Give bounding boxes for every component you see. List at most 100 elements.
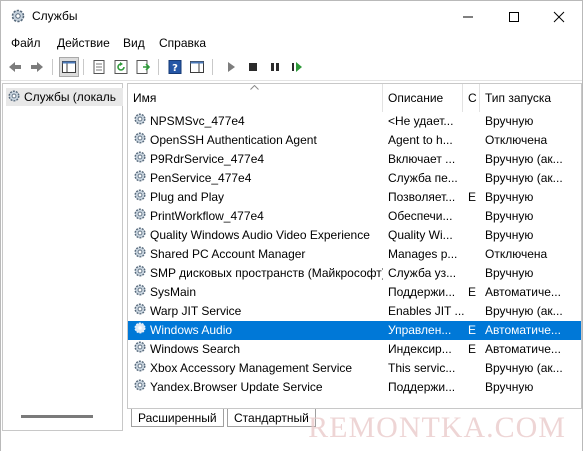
service-name-cell: Plug and Play [133,188,383,207]
service-gear-icon [133,188,147,207]
service-description: Поддержи... [388,380,456,394]
window-title: Службы [32,9,78,23]
tree-item-services-local[interactable]: Службы (локаль [6,88,123,106]
show-console-tree-button[interactable] [59,57,79,77]
service-state [468,150,478,169]
column-header-state[interactable]: С [463,84,480,112]
menu-view[interactable]: Вид [123,36,145,50]
menu-help[interactable]: Справка [159,36,206,50]
service-description: Позволяет... [388,190,456,204]
service-startup-type: Вручную [485,228,534,242]
properties-button[interactable] [89,57,109,77]
service-state [468,226,478,245]
column-header-label: Описание [388,91,444,105]
table-row[interactable]: SMP дисковых пространств (Майкрософт) Слу… [128,264,581,283]
action-pane-icon [190,61,204,73]
service-startup-type: Вручную [485,190,534,204]
stop-service-button[interactable] [243,57,263,77]
services-window: Службы Файл Действие Вид Справка ? Служб… [0,0,583,451]
horizontal-scrollbar[interactable] [21,415,93,418]
service-name: NPSMSvc_477e4 [150,114,245,128]
table-row[interactable]: Windows Search Индексир... Е Автоматиче... [128,340,581,359]
service-name-cell: P9RdrService_477e4 [133,150,383,169]
service-startup-type: Отключена [485,133,548,147]
service-gear-icon [133,131,147,150]
service-description: Управлен... [388,323,452,337]
table-row[interactable]: Windows Audio Управлен... Е Автоматиче... [128,321,581,340]
service-state [468,169,478,188]
column-header-startup-type[interactable]: Тип запуска [480,84,581,112]
restart-service-button[interactable] [287,57,307,77]
start-service-button[interactable] [221,57,241,77]
service-state [468,131,478,150]
help-button[interactable]: ? [165,57,185,77]
service-gear-icon [133,378,147,397]
toolbar: ? [1,54,582,81]
service-name-cell: PenService_477e4 [133,169,383,188]
table-row[interactable]: OpenSSH Authentication Agent Agent to h..… [128,131,581,150]
close-button[interactable] [536,1,582,32]
service-name-cell: OpenSSH Authentication Agent [133,131,383,150]
service-gear-icon [133,340,147,359]
tab-standard[interactable]: Стандартный [227,409,316,427]
service-startup-type: Вручную [485,380,534,394]
play-icon [228,62,235,72]
table-row[interactable]: PrintWorkflow_477e4 Обеспечи... Вручную [128,207,581,226]
table-row[interactable]: Xbox Accessory Management Service This se… [128,359,581,378]
services-gear-icon [7,89,21,106]
service-name: Yandex.Browser Update Service [150,380,323,394]
service-startup-type: Вручную (ак... [485,361,563,375]
restart-icon [292,62,302,72]
maximize-button[interactable] [491,1,537,32]
service-startup-type: Вручную (ак... [485,171,563,185]
table-row[interactable]: SysMain Поддержи... Е Автоматиче... [128,283,581,302]
column-header-description[interactable]: Описание [383,84,463,112]
menu-file[interactable]: Файл [11,36,41,50]
title-bar[interactable]: Службы [1,1,582,32]
arrow-right-icon [31,62,43,72]
table-row[interactable]: Yandex.Browser Update Service Поддержи...… [128,378,581,397]
service-state: Е [468,190,477,204]
table-row[interactable]: Plug and Play Позволяет... Е Вручную [128,188,581,207]
refresh-button[interactable] [111,57,131,77]
service-description: Agent to h... [388,133,453,147]
pause-service-button[interactable] [265,57,285,77]
service-name-cell: SMP дисковых пространств (Майкрософт) [133,264,383,283]
back-button[interactable] [5,57,25,77]
table-row[interactable]: Warp JIT Service Enables JIT ... Вручную (… [128,302,581,321]
service-startup-type: Вручную (ак... [485,304,563,318]
service-state [468,302,478,321]
menu-action[interactable]: Действие [57,36,110,50]
table-row[interactable]: Quality Windows Audio Video Experience Qu… [128,226,581,245]
column-header-label: С [468,91,477,105]
svg-text:?: ? [172,63,178,74]
service-gear-icon [133,359,147,378]
service-state [468,264,478,283]
service-state [468,378,478,397]
service-name: SMP дисковых пространств (Майкрософт) [150,266,383,280]
table-row[interactable]: PenService_477e4 Служба пе... Вручную (ак.… [128,169,581,188]
service-gear-icon [133,226,147,245]
service-name: PrintWorkflow_477e4 [150,209,264,223]
table-row[interactable]: NPSMSvc_477e4 <Не удает... Вручную [128,112,581,131]
service-name: Shared PC Account Manager [150,247,306,261]
table-row[interactable]: Shared PC Account Manager Manages p... Отк… [128,245,581,264]
forward-button[interactable] [27,57,47,77]
service-name: Plug and Play [150,190,225,204]
export-list-button[interactable] [133,57,153,77]
service-description: Quality Wi... [388,228,453,242]
show-action-pane-button[interactable] [187,57,207,77]
service-name: OpenSSH Authentication Agent [150,133,317,147]
minimize-button[interactable] [445,1,491,32]
service-gear-icon [133,283,147,302]
tab-extended[interactable]: Расширенный [131,409,224,427]
table-row[interactable]: P9RdrService_477e4 Включает ... Вручную (а… [128,150,581,169]
service-name-cell: Windows Audio [133,321,383,340]
properties-icon [93,60,105,74]
service-gear-icon [133,169,147,188]
stop-icon [249,63,257,71]
service-description: Служба пе... [388,171,458,185]
service-description: Manages p... [388,247,458,261]
service-gear-icon [133,302,147,321]
service-description: <Не удает... [388,114,454,128]
